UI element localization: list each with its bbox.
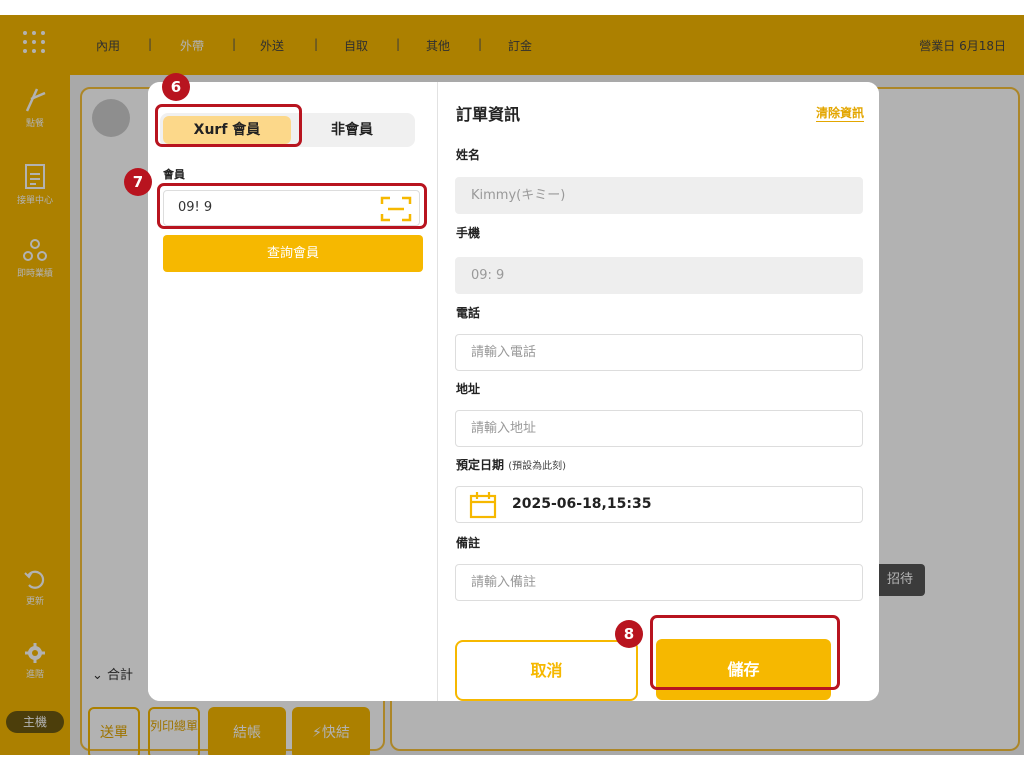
pos-app: 點餐 接單中心 即時業績 更新 進階 主機 內用 | 外帶 | 外送 | 自取 … bbox=[0, 15, 1024, 755]
screen: 點餐 接單中心 即時業績 更新 進階 主機 內用 | 外帶 | 外送 | 自取 … bbox=[0, 0, 1024, 768]
address-label: 地址 bbox=[456, 382, 481, 396]
query-member-button[interactable]: 查詢會員 bbox=[163, 235, 423, 272]
note-field[interactable]: 請輸入備註 bbox=[455, 564, 863, 601]
highlight-member-input bbox=[157, 183, 427, 229]
name-label: 姓名 bbox=[456, 148, 481, 162]
mobile-label: 手機 bbox=[456, 226, 481, 240]
phone-label: 電話 bbox=[456, 306, 481, 320]
highlight-save-button bbox=[650, 615, 840, 690]
calendar-icon[interactable] bbox=[469, 491, 497, 519]
order-info-title: 訂單資訊 bbox=[456, 105, 521, 124]
non-member-tab[interactable]: 非會員 bbox=[291, 116, 413, 144]
note-label: 備註 bbox=[456, 536, 481, 550]
clear-info-link[interactable]: 清除資訊 bbox=[815, 104, 864, 122]
name-field: Kimmy(キミー) bbox=[455, 177, 863, 214]
member-field-label: 會員 bbox=[163, 168, 185, 181]
scheduled-date-label-text: 預定日期 bbox=[456, 458, 505, 472]
mobile-field: 09: 9 bbox=[455, 257, 863, 294]
step-badge-7: 7 bbox=[124, 168, 152, 196]
address-field[interactable]: 請輸入地址 bbox=[455, 410, 863, 447]
customer-info-modal: Xurf 會員 非會員 會員 09! 9 查詢會員 訂單資訊 清除資訊 姓名 K… bbox=[148, 82, 879, 701]
order-info-pane: 訂單資訊 清除資訊 姓名 Kimmy(キミー) 手機 09: 9 電話 請輸入電… bbox=[438, 82, 879, 701]
scheduled-date-label: 預定日期 (預設為此刻) bbox=[456, 456, 566, 473]
cancel-button[interactable]: 取消 bbox=[455, 640, 638, 701]
scheduled-date-field[interactable]: 2025-06-18,15:35 bbox=[455, 486, 863, 523]
member-lookup-pane: Xurf 會員 非會員 會員 09! 9 查詢會員 bbox=[148, 82, 438, 701]
scheduled-date-hint: (預設為此刻) bbox=[508, 461, 567, 472]
highlight-member-tab bbox=[155, 104, 302, 147]
step-badge-8: 8 bbox=[615, 620, 643, 648]
phone-field[interactable]: 請輸入電話 bbox=[455, 334, 863, 371]
step-badge-6: 6 bbox=[162, 73, 190, 101]
